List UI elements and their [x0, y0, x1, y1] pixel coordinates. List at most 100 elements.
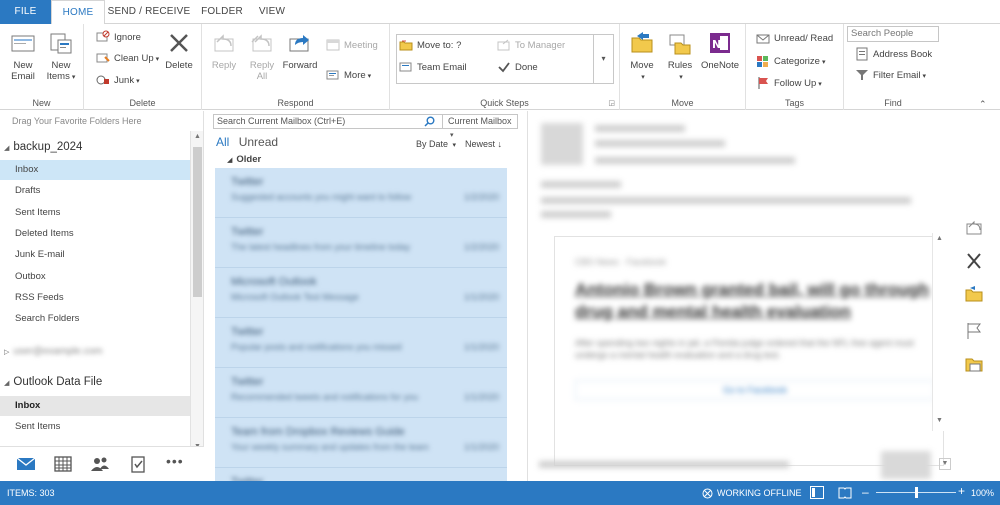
unread-read-button[interactable]: Unread/ Read — [756, 31, 833, 47]
folder-junk-email[interactable]: Junk E-mail — [0, 245, 190, 265]
tab-send-receive[interactable]: SEND / RECEIVE — [106, 0, 192, 24]
group-label-new: New — [32, 98, 51, 108]
search-people-input[interactable]: Search People — [847, 26, 939, 42]
preview-headline[interactable]: Antonio Brown granted bail, will go thro… — [575, 279, 935, 323]
scroll-down-icon[interactable]: ▼ — [939, 458, 951, 470]
scroll-up-icon[interactable]: ▲ — [933, 233, 946, 245]
normal-view-icon[interactable] — [810, 486, 824, 499]
reply-label: Reply — [211, 60, 237, 71]
account-header-second[interactable]: ▷ user@example.com — [4, 345, 102, 357]
message-list: Search Current Mailbox (Ctrl+E) Current … — [205, 111, 528, 481]
new-items-button[interactable]: New Items ▾ — [44, 30, 78, 83]
tasks-icon[interactable] — [128, 455, 148, 473]
account-header-backup[interactable]: ◢ backup_2024 — [4, 141, 82, 153]
attachment-thumbnail[interactable] — [881, 451, 931, 479]
meeting-button[interactable]: Meeting — [326, 38, 378, 54]
zoom-slider-thumb[interactable] — [914, 487, 918, 498]
message-list-item[interactable]: Team from Dropbox Reviews Guide Your week… — [215, 418, 507, 468]
group-label-quick-steps: Quick Steps — [480, 98, 529, 108]
clean-up-button[interactable]: Clean Up ▾ — [96, 51, 159, 67]
categorize-button[interactable]: Categorize ▾ — [756, 54, 825, 70]
message-list-scrollbar[interactable] — [507, 168, 519, 481]
quick-step-to-manager[interactable]: To Manager — [497, 38, 565, 54]
folder-sent-items-data-file[interactable]: Sent Items — [0, 417, 190, 437]
zoom-in-button[interactable]: + — [958, 484, 965, 498]
folder-deleted-items[interactable]: Deleted Items — [0, 224, 190, 244]
filter-all[interactable]: All — [216, 135, 229, 149]
reading-view-icon[interactable] — [838, 486, 852, 499]
message-list-item[interactable]: Microsoft Outlook Microsoft Outlook Test … — [215, 268, 507, 318]
folder-outbox[interactable]: Outbox — [0, 267, 190, 287]
working-offline-indicator[interactable]: WORKING OFFLINE — [702, 486, 802, 500]
scroll-up-icon[interactable]: ▲ — [191, 131, 204, 143]
onenote-button[interactable]: N OneNote — [700, 30, 740, 71]
scroll-down-icon[interactable]: ▼ — [933, 415, 946, 427]
move-folder-icon[interactable] — [964, 285, 984, 303]
message-list-item[interactable]: TwitterSee what is happening right now1/… — [215, 468, 507, 481]
move-to-label: Move to: ? — [417, 40, 462, 51]
search-scope-dropdown[interactable]: Current Mailbox ▾ — [442, 115, 517, 139]
scrollbar-thumb[interactable] — [193, 147, 202, 297]
follow-up-button[interactable]: Follow Up ▾ — [756, 76, 822, 92]
message-list-item[interactable]: Twitter Suggested accounts you might want… — [215, 168, 507, 218]
move-button[interactable]: Move ▾ — [626, 30, 658, 83]
clean-up-label: Clean Up — [114, 53, 154, 64]
reply-button[interactable]: Reply — [208, 30, 240, 71]
sort-order-toggle[interactable]: Newest ↓ — [465, 139, 502, 149]
message-list-items: Twitter Suggested accounts you might want… — [215, 168, 507, 481]
rules-button[interactable]: Rules ▾ — [664, 30, 696, 83]
filter-unread[interactable]: Unread — [239, 135, 278, 149]
ribbon-group-delete: Ignore Clean Up ▾ Junk ▾ Delete Delete — [84, 24, 202, 110]
ignore-button[interactable]: Ignore — [96, 30, 141, 46]
quick-step-done[interactable]: Done — [497, 60, 538, 76]
folder-drafts[interactable]: Drafts — [0, 181, 190, 201]
more-respond-button[interactable]: More ▾ — [326, 68, 371, 84]
link-preview-card[interactable]: CBS News · Facebook Antonio Brown grante… — [554, 236, 944, 466]
quick-step-move-to[interactable]: Move to: ? — [399, 38, 461, 54]
delete-button[interactable]: Delete — [162, 30, 196, 71]
search-mailbox-input[interactable]: Search Current Mailbox (Ctrl+E) Current … — [213, 114, 518, 139]
folder-search-folders[interactable]: Search Folders — [0, 309, 190, 329]
delete-label: Delete — [165, 60, 193, 71]
reply-icon[interactable] — [964, 218, 984, 236]
message-list-item[interactable]: Twitter Popular posts and notifications y… — [215, 318, 507, 368]
calendar-icon[interactable] — [53, 455, 73, 473]
filter-email-button[interactable]: Filter Email ▾ — [855, 68, 926, 84]
message-list-item[interactable]: Twitter Recommended tweets and notificati… — [215, 368, 507, 418]
preview-action-button[interactable]: Go to Facebook — [575, 380, 935, 400]
to-manager-label: To Manager — [515, 40, 566, 51]
folder-rss-feeds[interactable]: RSS Feeds — [0, 288, 190, 308]
address-book-button[interactable]: Address Book — [855, 47, 932, 63]
forward-button[interactable]: Forward — [282, 30, 318, 71]
quick-steps-launcher-icon[interactable]: ◲ — [608, 99, 615, 107]
collapse-ribbon-button[interactable]: ⌃ — [979, 99, 987, 110]
message-list-item[interactable]: Twitter The latest headlines from your ti… — [215, 218, 507, 268]
search-icon[interactable] — [424, 116, 435, 127]
zoom-out-button[interactable]: – — [862, 485, 869, 499]
quick-step-team-email[interactable]: Team Email — [399, 60, 467, 76]
more-nav-icon[interactable]: ••• — [166, 453, 186, 471]
arrow-down-icon: ↓ — [497, 139, 503, 149]
people-icon[interactable] — [90, 455, 110, 473]
folder-inbox[interactable]: Inbox — [0, 160, 190, 180]
junk-button[interactable]: Junk ▾ — [96, 73, 140, 89]
folder-sent-items[interactable]: Sent Items — [0, 203, 190, 223]
quick-steps-expand-button[interactable]: ▾ — [593, 35, 613, 83]
move-to-mail-icon[interactable] — [964, 356, 984, 374]
tab-view[interactable]: VIEW — [250, 0, 294, 24]
flag-icon[interactable] — [964, 322, 984, 340]
sort-by-dropdown[interactable]: By Date ▾ — [416, 139, 456, 149]
account-header-outlook-data-file[interactable]: ◢ Outlook Data File — [4, 376, 102, 388]
folder-inbox-data-file[interactable]: Inbox — [0, 396, 190, 416]
mail-icon[interactable] — [16, 455, 36, 473]
delete-icon[interactable] — [964, 252, 984, 270]
reading-pane-scrollbar[interactable]: ▲ ▼ — [932, 233, 946, 431]
tab-file[interactable]: FILE — [0, 0, 51, 24]
group-header-older[interactable]: ◢ Older — [227, 154, 261, 165]
zoom-level[interactable]: 100% — [971, 488, 994, 498]
tab-folder[interactable]: FOLDER — [196, 0, 248, 24]
tab-home[interactable]: HOME — [51, 0, 105, 25]
reply-all-button[interactable]: Reply All — [246, 30, 278, 82]
folder-pane-scrollbar[interactable]: ▲ ▼ — [190, 131, 203, 453]
new-email-button[interactable]: New Email — [6, 30, 40, 82]
